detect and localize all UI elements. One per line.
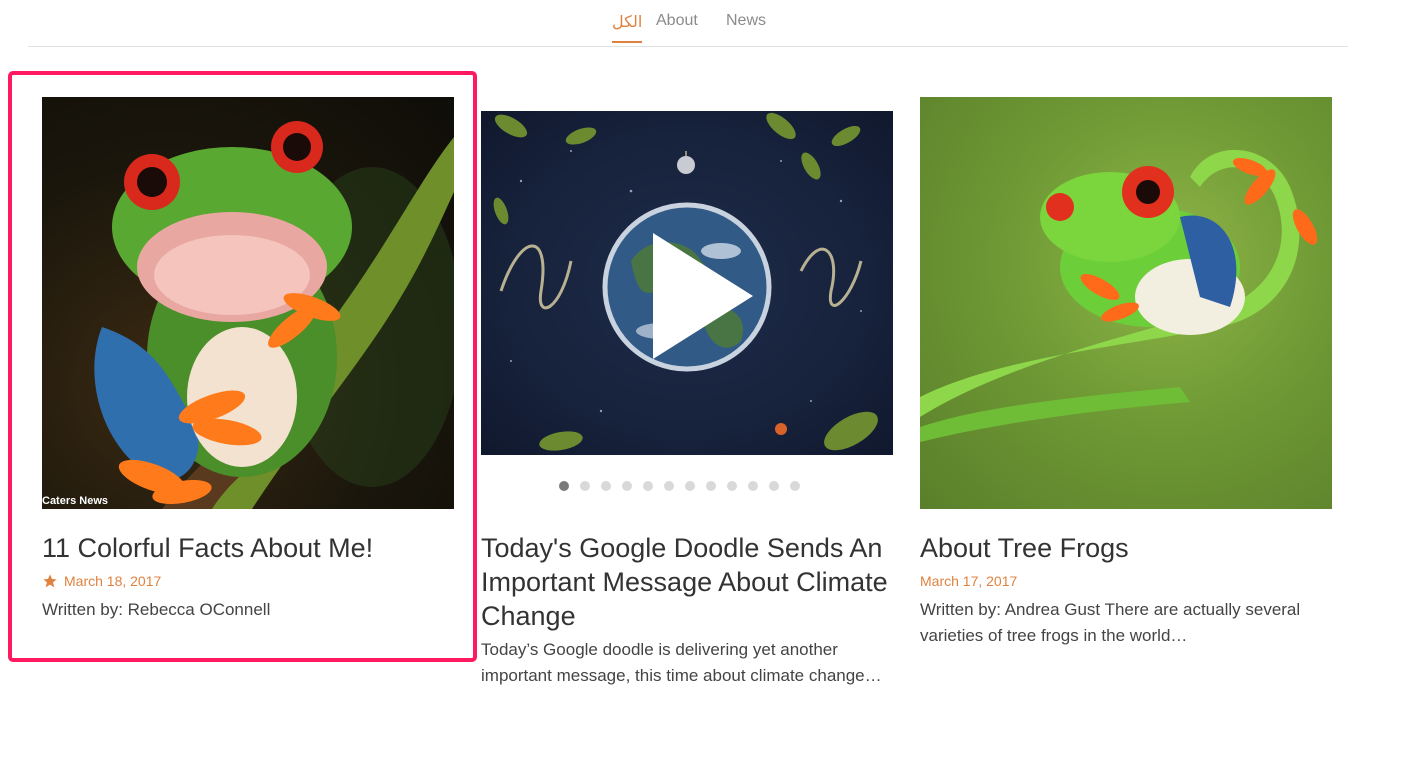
play-icon[interactable] — [481, 111, 893, 455]
slide-dot[interactable] — [685, 481, 695, 491]
post-date: March 18, 2017 — [64, 573, 162, 589]
frog-image — [94, 121, 454, 509]
tab-all[interactable]: الكل — [612, 12, 643, 43]
post-thumbnail[interactable] — [481, 97, 893, 509]
tab-news[interactable]: News — [726, 12, 766, 40]
slide-dot[interactable] — [790, 481, 800, 491]
post-card[interactable]: Caters News 11 Colorful Facts About Me! … — [42, 97, 454, 623]
post-date: March 17, 2017 — [920, 573, 1018, 589]
slide-dot[interactable] — [580, 481, 590, 491]
slide-dot[interactable] — [601, 481, 611, 491]
slide-dot[interactable] — [622, 481, 632, 491]
post-excerpt: Today’s Google doodle is delivering yet … — [481, 640, 882, 685]
video-preview[interactable] — [481, 111, 893, 455]
post-excerpt: Written by: Rebecca OConnell — [42, 600, 271, 619]
slide-dot[interactable] — [559, 481, 569, 491]
slide-indicator — [559, 481, 800, 491]
filter-tabs: الكل About News — [28, 0, 1348, 47]
slide-dot[interactable] — [769, 481, 779, 491]
slide-dot[interactable] — [748, 481, 758, 491]
frog-image — [920, 149, 1318, 442]
post-meta: March 17, 2017 — [920, 573, 1332, 589]
post-title[interactable]: 11 Colorful Facts About Me! — [42, 531, 454, 565]
post-excerpt: Written by: Andrea Gust There are actual… — [920, 600, 1301, 645]
tab-about[interactable]: About — [656, 12, 698, 40]
slide-dot[interactable] — [643, 481, 653, 491]
post-thumbnail[interactable] — [920, 97, 1332, 509]
slide-dot[interactable] — [664, 481, 674, 491]
post-card[interactable]: About Tree Frogs March 17, 2017 Written … — [920, 97, 1332, 649]
post-meta: March 18, 2017 — [42, 573, 454, 589]
slide-dot[interactable] — [727, 481, 737, 491]
slide-dot[interactable] — [706, 481, 716, 491]
post-title[interactable]: Today's Google Doodle Sends An Important… — [481, 531, 893, 633]
star-icon — [43, 574, 57, 588]
post-card[interactable]: Today's Google Doodle Sends An Important… — [481, 97, 893, 689]
post-title[interactable]: About Tree Frogs — [920, 531, 1332, 565]
post-thumbnail[interactable]: Caters News — [42, 97, 454, 509]
image-caption: Caters News — [42, 495, 109, 507]
